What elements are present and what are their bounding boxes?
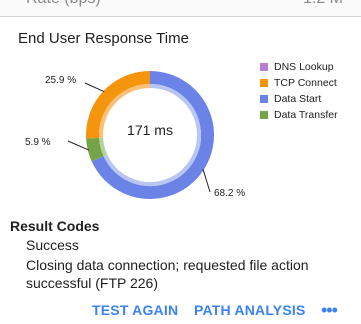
legend-item-data-transfer: Data Transfer xyxy=(260,108,338,122)
action-bar: TEST AGAIN PATH ANALYSIS ••• xyxy=(0,300,361,322)
leader-line-data-start xyxy=(202,168,211,193)
legend-label-data-start: Data Start xyxy=(274,93,322,105)
legend-label-dns-lookup: DNS Lookup xyxy=(274,61,334,73)
leader-line-data-transfer xyxy=(67,140,90,151)
legend-item-data-start: Data Start xyxy=(260,92,338,106)
chart-legend: DNS Lookup TCP Connect Data Start Data T… xyxy=(260,60,338,124)
legend-item-dns-lookup: DNS Lookup xyxy=(260,60,338,74)
test-again-button[interactable]: TEST AGAIN xyxy=(92,302,178,318)
legend-item-tcp-connect: TCP Connect xyxy=(260,76,338,90)
legend-label-tcp-connect: TCP Connect xyxy=(274,77,337,89)
path-analysis-button[interactable]: PATH ANALYSIS xyxy=(194,302,306,318)
data-start-percent: 68.2 % xyxy=(214,188,246,199)
legend-swatch-data-start xyxy=(260,95,268,103)
result-status: Success xyxy=(26,237,79,253)
center-value: 171 ms xyxy=(127,122,173,138)
result-message: Closing data connection; requested file … xyxy=(26,257,309,291)
legend-swatch-data-transfer xyxy=(260,111,268,119)
leader-line-tcp-connect xyxy=(84,82,105,93)
legend-swatch-tcp-connect xyxy=(260,79,268,87)
more-options-icon[interactable]: ••• xyxy=(321,300,338,321)
tcp-connect-percent: 25.9 % xyxy=(45,75,77,86)
data-transfer-percent: 5.9 % xyxy=(25,137,51,148)
legend-swatch-dns-lookup xyxy=(260,63,268,71)
result-codes-title: Result Codes xyxy=(10,218,100,234)
legend-label-data-transfer: Data Transfer xyxy=(274,109,338,121)
slice-data-transfer xyxy=(86,137,104,162)
